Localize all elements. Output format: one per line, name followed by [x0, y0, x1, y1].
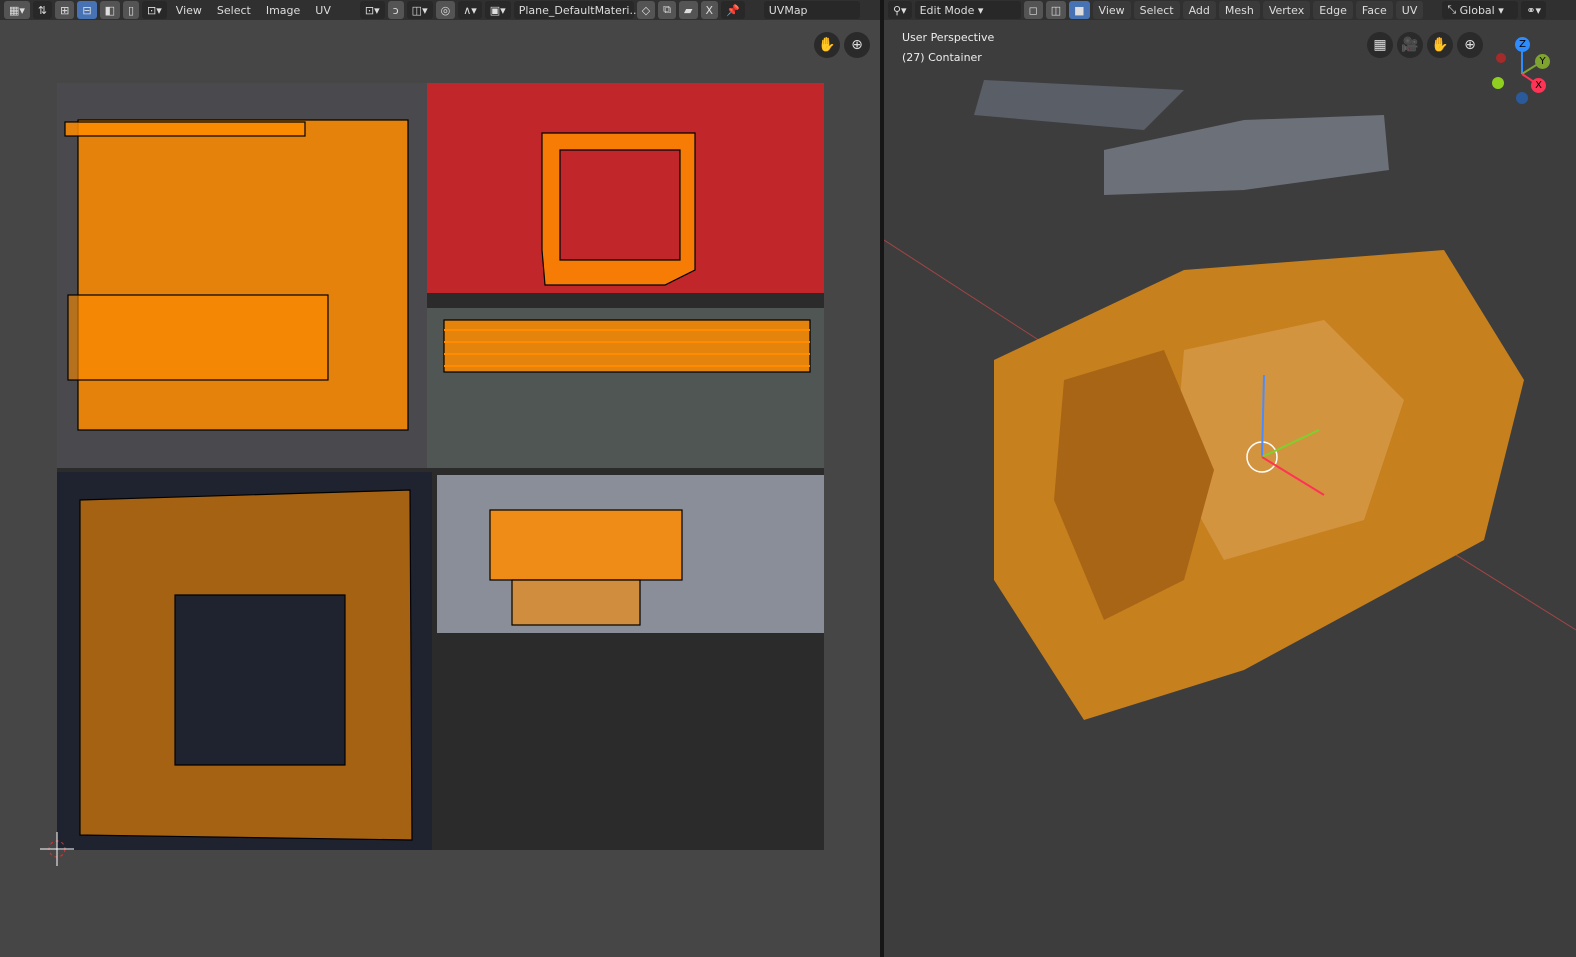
vp-menu-view[interactable]: View [1092, 1, 1131, 19]
uv-menu-select[interactable]: Select [211, 4, 257, 17]
edge-select-mode[interactable]: ⊟ [77, 1, 97, 19]
uv-menu-view[interactable]: View [170, 4, 208, 17]
vp-menu-add[interactable]: Add [1182, 1, 1216, 19]
uv-menu-uv[interactable]: UV [309, 4, 337, 17]
toggle-ortho-grid-icon[interactable]: ▦ [1367, 32, 1393, 58]
pivot-dropdown[interactable]: ⊡▾ [359, 1, 385, 19]
vp-menu-select[interactable]: Select [1133, 1, 1180, 19]
navigation-gizmo[interactable]: Z Y X [1489, 36, 1559, 106]
viewport-header: ⚲▾ Edit Mode ▾ ◻ ◫ ■ View Select Add Mes… [884, 0, 1576, 20]
gizmo-y-axis[interactable]: Y [1535, 54, 1550, 69]
face-select-mode[interactable]: ■ [1069, 1, 1090, 19]
mode-label: Edit Mode [919, 3, 975, 17]
view-name: User Perspective [902, 31, 995, 44]
orientation-dropdown[interactable]: ⤡ Global ▾ [1442, 1, 1519, 19]
uv-editor-header: ▦▾ ⇅ ⊞ ⊟ ◧ ▯ ⊡▾ View Select Image UV ⊡▾ … [0, 0, 880, 20]
editor-type-button[interactable]: ▦▾ [4, 1, 30, 19]
orientation-label: Global [1459, 3, 1495, 17]
image-browse-button[interactable]: ▣▾ [484, 1, 511, 19]
background-object [974, 80, 1184, 130]
gizmo-z-axis[interactable]: Z [1515, 37, 1530, 52]
3d-viewport[interactable]: User Perspective (27) Container ▦ 🎥 ✋ ⊕ … [884, 20, 1576, 957]
snap-target-dropdown[interactable]: ◫▾ [406, 1, 433, 19]
island-select-mode[interactable]: ▯ [122, 1, 140, 19]
unlink-image-button[interactable]: X [700, 1, 719, 19]
vp-menu-mesh[interactable]: Mesh [1218, 1, 1260, 19]
vertex-select-mode[interactable]: ◻ [1023, 1, 1043, 19]
active-object-label: (27) Container [902, 51, 982, 64]
sticky-selection-dropdown[interactable]: ⊡▾ [142, 1, 167, 19]
snap-toggle[interactable]: ↄ [387, 1, 404, 19]
uv-texture-and-mesh [40, 83, 824, 866]
edge-select-mode[interactable]: ◫ [1045, 1, 1067, 19]
uv-map-field[interactable]: UVMap [763, 1, 860, 19]
vp-menu-vertex[interactable]: Vertex [1262, 1, 1311, 19]
new-image-icon[interactable]: ⧉ [658, 1, 677, 19]
viewport-scene [884, 80, 1576, 720]
falloff-dropdown[interactable]: ∧▾ [458, 1, 482, 19]
fake-user-icon[interactable]: ◇ [636, 1, 656, 19]
pan-hand-icon[interactable]: ✋ [1427, 32, 1453, 58]
gizmo-x-axis[interactable]: X [1531, 78, 1546, 93]
mode-dropdown[interactable]: Edit Mode ▾ [914, 1, 1021, 19]
proportional-edit-toggle[interactable]: ◎ [435, 1, 456, 19]
pivot-dropdown[interactable]: ⚭▾ [1521, 1, 1547, 19]
face-select-mode[interactable]: ◧ [99, 1, 120, 19]
image-name-field[interactable]: Plane_DefaultMateri... [513, 1, 640, 19]
uv-menu-image[interactable]: Image [260, 4, 306, 17]
vertex-select-mode[interactable]: ⊞ [55, 1, 75, 19]
zoom-icon[interactable]: ⊕ [1457, 32, 1483, 58]
camera-view-icon[interactable]: 🎥 [1397, 32, 1423, 58]
vp-menu-edge[interactable]: Edge [1313, 1, 1353, 19]
sync-selection-toggle[interactable]: ⇅ [32, 1, 53, 19]
uv-editor-canvas[interactable]: ✋ ⊕ [0, 20, 880, 957]
pin-icon[interactable]: 📌 [721, 1, 745, 19]
x-axis-line [884, 239, 1055, 351]
vp-menu-face[interactable]: Face [1355, 1, 1393, 19]
vp-menu-uv[interactable]: UV [1395, 1, 1424, 19]
open-image-icon[interactable]: ▰ [679, 1, 698, 19]
editor-type-button[interactable]: ⚲▾ [888, 1, 912, 19]
